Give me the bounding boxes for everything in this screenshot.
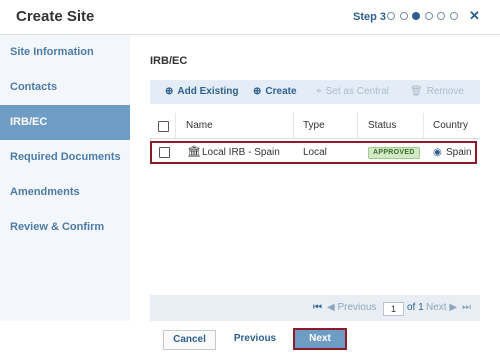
globe-icon: ◉ (433, 147, 442, 158)
cancel-button[interactable]: Cancel (163, 330, 216, 350)
column-divider (293, 113, 294, 139)
set-as-central-button[interactable]: ⌖ Set as Central (316, 80, 389, 104)
close-icon[interactable]: ✕ (469, 8, 480, 24)
sidebar-item-contacts[interactable]: Contacts (0, 70, 130, 105)
last-page-icon[interactable]: ⏭ (462, 295, 471, 321)
trash-icon: 🗑 (410, 86, 423, 97)
step-dot-4 (424, 12, 433, 20)
remove-label: Remove (426, 86, 464, 97)
sidebar-item-site-information[interactable]: Site Information (0, 35, 130, 70)
set-as-central-label: Set as Central (325, 86, 390, 97)
wizard-sidebar: Site Information Contacts IRB/EC Require… (0, 35, 130, 356)
section-title: IRB/EC (150, 55, 188, 67)
next-page-label: Next (426, 302, 447, 313)
caret-left-icon: ◀ (327, 302, 335, 313)
column-header-status[interactable]: Status (368, 113, 396, 139)
dialog-title: Create Site (16, 8, 95, 25)
table-toolbar: ⊕ Add Existing ⊕ Create ⌖ Set as Central 🗑 R… (150, 80, 480, 104)
add-existing-button[interactable]: ⊕ Add Existing (165, 80, 239, 104)
step-dot-2 (399, 12, 408, 20)
status-badge: APPROVED (368, 147, 420, 159)
step-dot-1 (387, 12, 395, 20)
create-button[interactable]: ⊕ Create (253, 80, 297, 104)
row-country: Spain (446, 147, 472, 158)
column-header-type[interactable]: Type (303, 113, 325, 139)
step-dot-3-current (412, 12, 421, 20)
column-divider (175, 113, 176, 139)
previous-page-label: Previous (337, 302, 377, 313)
table-header: Name Type Status Country (150, 113, 480, 139)
previous-page-button[interactable]: ◀ Previous (327, 295, 376, 321)
page-number-input[interactable]: 1 (383, 302, 404, 316)
row-checkbox[interactable] (159, 147, 170, 158)
column-header-name[interactable]: Name (186, 113, 213, 139)
sidebar-item-review-confirm[interactable]: Review & Confirm (0, 210, 130, 245)
remove-button[interactable]: 🗑 Remove (410, 80, 464, 104)
step-label: Step 3 (353, 11, 387, 23)
next-button[interactable]: Next (293, 328, 347, 350)
first-page-icon[interactable]: ⏮ (313, 295, 322, 321)
step-indicator (387, 12, 463, 20)
main-content (130, 35, 500, 321)
select-all-checkbox[interactable] (158, 121, 169, 132)
add-existing-label: Add Existing (177, 86, 239, 97)
row-name: Local IRB - Spain (202, 147, 280, 158)
column-divider (423, 113, 424, 139)
crosshair-icon: ⌖ (316, 86, 322, 97)
sidebar-item-irb-ec[interactable]: IRB/EC (0, 105, 130, 140)
page-count: of 1 (407, 302, 424, 313)
next-page-button[interactable]: Next ▶ (426, 295, 457, 321)
previous-button[interactable]: Previous (227, 330, 283, 350)
plus-circle-icon: ⊕ (253, 86, 262, 97)
table-row[interactable]: 🏛 Local IRB - Spain Local APPROVED ◉ Spa… (150, 141, 477, 164)
pagination-bar: ⏮ ◀ Previous of 1 Next ▶ ⏭ (150, 295, 480, 321)
caret-right-icon: ▶ (449, 302, 458, 313)
plus-circle-icon: ⊕ (165, 86, 174, 97)
column-header-country[interactable]: Country (433, 113, 468, 139)
row-type: Local (303, 147, 327, 158)
dialog-header: Create Site Step 3 ✕ (0, 0, 500, 35)
step-dot-6 (449, 12, 458, 20)
sidebar-item-amendments[interactable]: Amendments (0, 175, 130, 210)
institution-icon: 🏛 (187, 146, 201, 158)
column-divider (357, 113, 358, 139)
sidebar-item-required-documents[interactable]: Required Documents (0, 140, 130, 175)
step-dot-5 (437, 12, 446, 20)
create-label: Create (265, 86, 297, 97)
